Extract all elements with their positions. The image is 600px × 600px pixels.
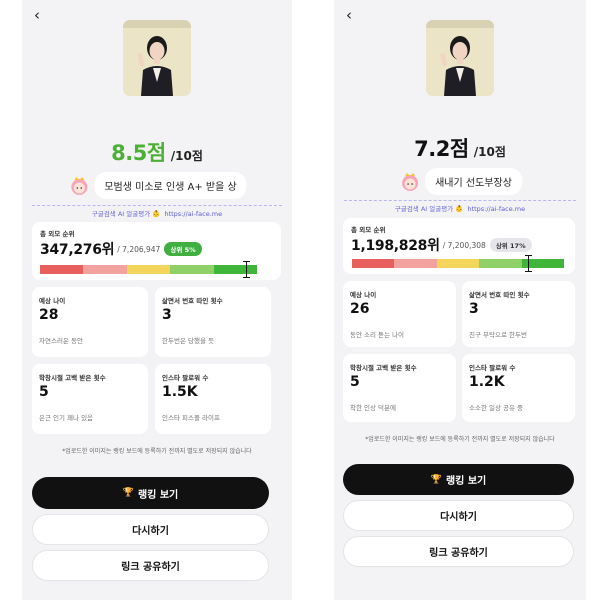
rank-label: 총 외모 순위	[351, 226, 386, 234]
stat-value: 5	[39, 384, 49, 400]
rank-gauge	[40, 261, 258, 278]
rank-badge: 상위 5%	[164, 242, 202, 256]
score-suffix: /10점	[170, 149, 203, 163]
stat-desc: 자연스러운 동안	[39, 337, 83, 345]
retry-button-label: 다시하기	[132, 526, 169, 537]
stat-label: 학창시절 고백 받은 횟수	[39, 374, 106, 382]
ranking-button[interactable]: 🏆 랭킹 보기	[343, 464, 574, 495]
source-label: 구글검색 AI 얼굴평가	[394, 205, 454, 213]
stat-label: 예상 나이	[39, 297, 66, 305]
source-url[interactable]: https://ai-face.me	[164, 210, 222, 218]
rank-label: 총 외모 순위	[40, 230, 75, 238]
stat-desc: 동안 소리 듣는 나이	[350, 331, 405, 339]
stat-value: 26	[350, 301, 370, 317]
gauge-segment	[352, 259, 395, 268]
stat-desc: 인스타 피스플 라이프	[162, 414, 220, 422]
gauge-segment	[83, 265, 127, 274]
source-line: 구글검색 AI 얼굴평가 👶 https://ai-face.me	[344, 200, 576, 213]
rank-badge: 상위 17%	[489, 238, 532, 252]
disclaimer: *업로드한 이미지는 랭킹 보드에 등록하기 전까지 별도로 저장되지 않습니다	[365, 436, 555, 443]
stat-card-confessions: 학창시절 고백 받은 횟수 5 착한 인상 덕분에	[343, 354, 456, 422]
profile-photo	[123, 20, 191, 96]
score-value: 7.2점	[414, 137, 469, 161]
score-display: 8.5점 /10점	[22, 137, 292, 167]
gauge-segment	[40, 265, 84, 274]
chevron-left-icon[interactable]: ‹	[34, 8, 40, 23]
rank-card: 총 외모 순위 1,198,828위 / 7,200,308 상위 17%	[343, 218, 575, 274]
comment: 새내기 선도부장상	[398, 168, 522, 195]
share-link-button[interactable]: 링크 공유하기	[343, 536, 574, 567]
rank-card: 총 외모 순위 347,276위 / 7,206,947 상위 5%	[32, 222, 281, 280]
rank-total: / 7,200,308	[442, 240, 486, 250]
score-display: 7.2점 /10점	[334, 133, 586, 163]
chevron-left-icon[interactable]: ‹	[346, 8, 352, 23]
stat-card-number-asked: 삶면서 번호 따인 횟수 3 친구 부탁으로 한두번	[462, 281, 575, 347]
trophy-icon: 🏆	[122, 488, 134, 498]
stat-card-age: 예상 나이 26 동안 소리 듣는 나이	[343, 281, 456, 347]
share-button-label: 링크 공유하기	[121, 562, 180, 573]
retry-button[interactable]: 다시하기	[343, 500, 574, 531]
princess-avatar-icon	[402, 172, 419, 191]
disclaimer: *업로드한 이미지는 랭킹 보드에 등록하기 전까지 별도로 저장되지 않습니다	[62, 448, 252, 455]
comment-text: 새내기 선도부장상	[425, 168, 522, 195]
gauge-segment	[436, 259, 480, 268]
gauge-marker	[524, 255, 532, 272]
stat-card-number-asked: 삶면서 번호 따인 횟수 3 한두번은 당했을 듯	[155, 287, 271, 357]
comment-text: 모범생 미소로 인생 A+ 받을 상	[94, 172, 247, 199]
stat-value: 28	[39, 307, 59, 323]
rank-value: 347,276위	[40, 242, 115, 258]
ranking-button-label: 랭킹 보기	[137, 489, 179, 501]
rank-gauge	[352, 255, 565, 272]
stat-label: 예상 나이	[350, 291, 377, 299]
stat-label: 학창시절 고백 받은 횟수	[350, 364, 417, 372]
comment: 모범생 미소로 인생 A+ 받을 상	[67, 172, 247, 199]
stat-value: 3	[162, 307, 172, 323]
gauge-segment	[394, 259, 437, 268]
score-value: 8.5점	[111, 141, 166, 165]
retry-button[interactable]: 다시하기	[32, 514, 269, 545]
ranking-button[interactable]: 🏆 랭킹 보기	[32, 477, 269, 509]
result-screen-left: ‹ 8.5점 /10점 모범생 미소로 인생 A+ 받을 상 구글검색 AI 얼…	[22, 0, 292, 600]
stat-desc: 소소한 일상 공유 중	[469, 404, 524, 412]
baby-icon: 👶	[152, 210, 161, 218]
stat-desc: 친구 부탁으로 한두번	[469, 331, 527, 339]
retry-button-label: 다시하기	[440, 512, 477, 523]
share-link-button[interactable]: 링크 공유하기	[32, 550, 269, 581]
result-screen-right: ‹ 7.2점 /10점 새내기 선도부장상 구글검색 AI 얼굴평가 👶 htt…	[334, 0, 586, 600]
score-suffix: /10점	[473, 145, 506, 159]
source-url[interactable]: https://ai-face.me	[467, 205, 525, 213]
stat-value: 1.2K	[469, 374, 505, 390]
rank-value: 1,198,828위	[351, 238, 440, 254]
stat-label: 삶면서 번호 따인 횟수	[162, 297, 223, 305]
stat-card-followers: 인스타 팔로워 수 1.2K 소소한 일상 공유 중	[462, 354, 575, 422]
stat-card-confessions: 학창시절 고백 받은 횟수 5 은근 인기 꽤나 있음	[32, 364, 148, 434]
gauge-segment	[213, 265, 258, 274]
profile-photo	[426, 20, 494, 96]
source-label: 구글검색 AI 얼굴평가	[91, 210, 151, 218]
gauge-segment	[126, 265, 171, 274]
gauge-marker	[243, 261, 251, 278]
ranking-button-label: 랭킹 보기	[445, 476, 487, 487]
stat-label: 인스타 팔로워 수	[469, 364, 516, 372]
stat-card-followers: 인스타 팔로워 수 1.5K 인스타 피스플 라이프	[155, 364, 271, 434]
stat-desc: 착한 인상 덕분에	[350, 404, 396, 412]
stat-label: 삶면서 번호 따인 횟수	[469, 291, 530, 299]
source-line: 구글검색 AI 얼굴평가 👶 https://ai-face.me	[32, 205, 282, 218]
stat-value: 3	[469, 301, 479, 317]
stat-desc: 한두번은 당했을 듯	[162, 337, 214, 345]
rank-total: / 7,206,947	[117, 244, 161, 254]
trophy-icon: 🏆	[430, 474, 442, 485]
stat-label: 인스타 팔로워 수	[162, 374, 209, 382]
stat-value: 5	[350, 374, 360, 390]
stat-desc: 은근 인기 꽤나 있음	[39, 414, 94, 422]
gauge-segment	[170, 265, 214, 274]
stat-value: 1.5K	[162, 384, 198, 400]
share-button-label: 링크 공유하기	[429, 548, 488, 559]
princess-avatar-icon	[71, 176, 88, 195]
gauge-segment	[479, 259, 522, 268]
baby-icon: 👶	[455, 205, 464, 213]
stat-card-age: 예상 나이 28 자연스러운 동안	[32, 287, 148, 357]
